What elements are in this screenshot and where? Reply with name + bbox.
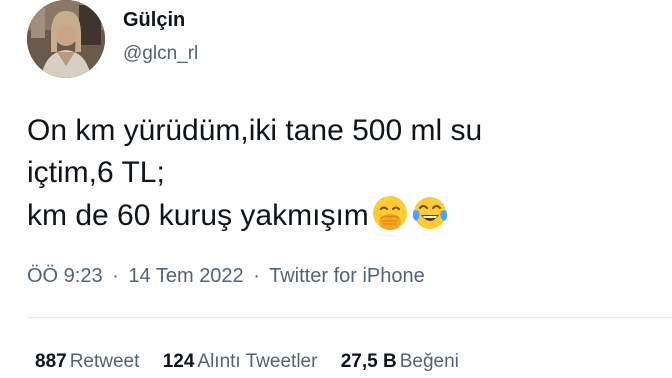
tweet-card: Gülçin @glcn_rl On km yürüdüm,iki tane 5… [0,0,672,378]
tweet-stats: 887 Retweet 124 Alıntı Tweetler 27,5 B Beğe… [35,351,477,373]
like-count: 27,5 B [340,351,397,372]
avatar[interactable] [27,0,105,78]
face-with-hand-over-mouth-icon [371,194,409,232]
tweet-text-segment: km de 60 kuruş yakmışım [27,199,369,232]
like-label: Beğeni [399,351,459,372]
tweet-text: On km yürüdüm,iki tane 500 ml su içtim,6… [27,110,657,237]
likes-link[interactable]: 27,5 B Beğeni [341,351,459,373]
tweet-meta: ÖÖ 9:23 · 14 Tem 2022 · Twitter for iPho… [27,265,425,288]
divider [27,317,672,318]
meta-separator: · [112,265,119,287]
tweet-date[interactable]: 14 Tem 2022 [128,265,243,287]
tweet-time[interactable]: ÖÖ 9:23 [27,265,103,287]
tweet-text-line: On km yürüdüm,iki tane 500 ml su [27,114,483,147]
face-with-tears-of-joy-icon [411,194,449,232]
quote-tweets-link[interactable]: 124 Alıntı Tweetler [163,351,318,373]
avatar-photo [27,0,105,78]
retweet-label: Retweet [69,351,140,372]
tweet-text-line: km de 60 kuruş yakmışım [27,194,657,237]
display-name[interactable]: Gülçin [123,9,185,32]
quote-count: 124 [162,351,195,372]
tweet-text-segment: içtim,6 TL; [27,156,165,189]
tweet-text-line: içtim,6 TL; [27,152,657,194]
meta-separator: · [253,265,260,287]
quote-label: Alıntı Tweetler [197,351,318,372]
user-handle[interactable]: @glcn_rl [123,43,198,65]
tweet-source[interactable]: Twitter for iPhone [269,265,425,287]
retweet-count-link[interactable]: 887 Retweet [35,351,139,373]
retweet-count: 887 [35,351,67,372]
